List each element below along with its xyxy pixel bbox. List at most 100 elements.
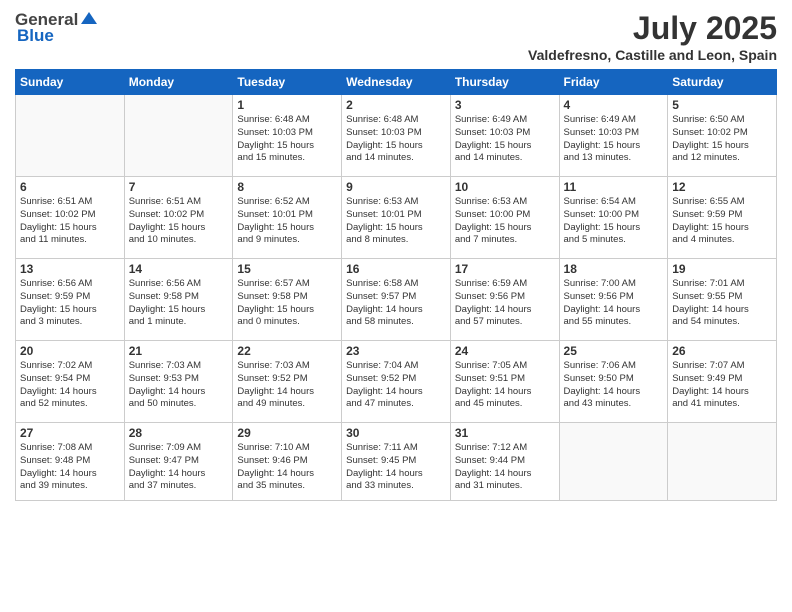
day-number: 19 (672, 262, 772, 276)
day-number: 27 (20, 426, 120, 440)
calendar-cell: 9 Sunrise: 6:53 AM Sunset: 10:01 PM Dayli… (342, 177, 451, 259)
day-number: 30 (346, 426, 446, 440)
calendar-cell: 25 Sunrise: 7:06 AM Sunset: 9:50 PM Dayli… (559, 341, 668, 423)
calendar-cell: 27 Sunrise: 7:08 AM Sunset: 9:48 PM Dayli… (16, 423, 125, 501)
day-info: Sunrise: 6:52 AM Sunset: 10:01 PM Daylig… (237, 196, 337, 247)
day-number: 10 (455, 180, 555, 194)
weekday-header-monday: Monday (124, 70, 233, 95)
logo-icon (79, 10, 99, 30)
calendar-cell: 29Sunrise: 7:10 AM Sunset: 9:46 PM Dayli… (233, 423, 342, 501)
calendar-cell (559, 423, 668, 501)
weekday-header-tuesday: Tuesday (233, 70, 342, 95)
calendar-cell: 15 Sunrise: 6:57 AM Sunset: 9:58 PM Dayli… (233, 259, 342, 341)
day-info: Sunrise: 7:10 AM Sunset: 9:46 PM Dayligh… (237, 442, 337, 493)
day-info: Sunrise: 6:48 AM Sunset: 10:03 PM Daylig… (237, 114, 337, 165)
calendar-cell (668, 423, 777, 501)
logo-blue: Blue (17, 26, 54, 46)
day-number: 11 (564, 180, 664, 194)
day-number: 31 (455, 426, 555, 440)
calendar-cell: 24 Sunrise: 7:05 AM Sunset: 9:51 PM Dayli… (450, 341, 559, 423)
calendar-cell: 2 Sunrise: 6:48 AM Sunset: 10:03 PM Dayli… (342, 95, 451, 177)
day-info: Sunrise: 6:49 AM Sunset: 10:03 PM Daylig… (455, 114, 555, 165)
calendar-week-1: 1 Sunrise: 6:48 AM Sunset: 10:03 PM Dayli… (16, 95, 777, 177)
calendar-week-4: 20 Sunrise: 7:02 AM Sunset: 9:54 PM Dayli… (16, 341, 777, 423)
day-number: 5 (672, 98, 772, 112)
day-info: Sunrise: 6:59 AM Sunset: 9:56 PM Dayligh… (455, 278, 555, 329)
day-number: 23 (346, 344, 446, 358)
calendar-week-2: 6Sunrise: 6:51 AM Sunset: 10:02 PM Dayli… (16, 177, 777, 259)
day-number: 2 (346, 98, 446, 112)
day-number: 12 (672, 180, 772, 194)
day-info: Sunrise: 7:00 AM Sunset: 9:56 PM Dayligh… (564, 278, 664, 329)
day-number: 3 (455, 98, 555, 112)
day-info: Sunrise: 6:56 AM Sunset: 9:59 PM Dayligh… (20, 278, 120, 329)
day-number: 26 (672, 344, 772, 358)
day-info: Sunrise: 7:07 AM Sunset: 9:49 PM Dayligh… (672, 360, 772, 411)
day-number: 22 (237, 344, 337, 358)
day-number: 25 (564, 344, 664, 358)
weekday-header-saturday: Saturday (668, 70, 777, 95)
calendar-cell: 30Sunrise: 7:11 AM Sunset: 9:45 PM Dayli… (342, 423, 451, 501)
day-info: Sunrise: 7:06 AM Sunset: 9:50 PM Dayligh… (564, 360, 664, 411)
calendar-body: 1 Sunrise: 6:48 AM Sunset: 10:03 PM Dayli… (16, 95, 777, 501)
calendar-cell: 17Sunrise: 6:59 AM Sunset: 9:56 PM Dayli… (450, 259, 559, 341)
day-number: 24 (455, 344, 555, 358)
day-number: 1 (237, 98, 337, 112)
day-info: Sunrise: 6:51 AM Sunset: 10:02 PM Daylig… (129, 196, 229, 247)
day-info: Sunrise: 7:08 AM Sunset: 9:48 PM Dayligh… (20, 442, 120, 493)
day-info: Sunrise: 7:03 AM Sunset: 9:53 PM Dayligh… (129, 360, 229, 411)
calendar-cell: 11Sunrise: 6:54 AM Sunset: 10:00 PM Dayl… (559, 177, 668, 259)
day-info: Sunrise: 6:50 AM Sunset: 10:02 PM Daylig… (672, 114, 772, 165)
calendar-cell: 23 Sunrise: 7:04 AM Sunset: 9:52 PM Dayli… (342, 341, 451, 423)
calendar-cell: 3 Sunrise: 6:49 AM Sunset: 10:03 PM Dayli… (450, 95, 559, 177)
calendar-cell: 8 Sunrise: 6:52 AM Sunset: 10:01 PM Dayli… (233, 177, 342, 259)
calendar-cell: 12Sunrise: 6:55 AM Sunset: 9:59 PM Dayli… (668, 177, 777, 259)
calendar-cell: 19Sunrise: 7:01 AM Sunset: 9:55 PM Dayli… (668, 259, 777, 341)
calendar-header: SundayMondayTuesdayWednesdayThursdayFrid… (16, 70, 777, 95)
calendar-table: SundayMondayTuesdayWednesdayThursdayFrid… (15, 69, 777, 501)
calendar-cell: 16 Sunrise: 6:58 AM Sunset: 9:57 PM Dayli… (342, 259, 451, 341)
logo: General Blue (15, 10, 99, 46)
calendar-cell (124, 95, 233, 177)
day-info: Sunrise: 6:53 AM Sunset: 10:01 PM Daylig… (346, 196, 446, 247)
day-number: 9 (346, 180, 446, 194)
calendar-cell: 7 Sunrise: 6:51 AM Sunset: 10:02 PM Dayli… (124, 177, 233, 259)
day-number: 20 (20, 344, 120, 358)
calendar-cell (16, 95, 125, 177)
day-number: 16 (346, 262, 446, 276)
calendar-cell: 31Sunrise: 7:12 AM Sunset: 9:44 PM Dayli… (450, 423, 559, 501)
calendar-week-5: 27 Sunrise: 7:08 AM Sunset: 9:48 PM Dayli… (16, 423, 777, 501)
weekday-header-wednesday: Wednesday (342, 70, 451, 95)
day-number: 7 (129, 180, 229, 194)
calendar-cell: 4 Sunrise: 6:49 AM Sunset: 10:03 PM Dayli… (559, 95, 668, 177)
day-number: 14 (129, 262, 229, 276)
day-info: Sunrise: 6:56 AM Sunset: 9:58 PM Dayligh… (129, 278, 229, 329)
day-info: Sunrise: 7:02 AM Sunset: 9:54 PM Dayligh… (20, 360, 120, 411)
day-number: 8 (237, 180, 337, 194)
calendar-cell: 1 Sunrise: 6:48 AM Sunset: 10:03 PM Dayli… (233, 95, 342, 177)
day-number: 15 (237, 262, 337, 276)
day-number: 4 (564, 98, 664, 112)
calendar-cell: 6Sunrise: 6:51 AM Sunset: 10:02 PM Dayli… (16, 177, 125, 259)
day-info: Sunrise: 6:48 AM Sunset: 10:03 PM Daylig… (346, 114, 446, 165)
day-info: Sunrise: 7:04 AM Sunset: 9:52 PM Dayligh… (346, 360, 446, 411)
calendar-cell: 26 Sunrise: 7:07 AM Sunset: 9:49 PM Dayli… (668, 341, 777, 423)
day-info: Sunrise: 6:58 AM Sunset: 9:57 PM Dayligh… (346, 278, 446, 329)
day-info: Sunrise: 6:57 AM Sunset: 9:58 PM Dayligh… (237, 278, 337, 329)
weekday-header-friday: Friday (559, 70, 668, 95)
calendar-cell: 14 Sunrise: 6:56 AM Sunset: 9:58 PM Dayli… (124, 259, 233, 341)
day-info: Sunrise: 6:51 AM Sunset: 10:02 PM Daylig… (20, 196, 120, 247)
day-info: Sunrise: 6:49 AM Sunset: 10:03 PM Daylig… (564, 114, 664, 165)
calendar-cell: 21 Sunrise: 7:03 AM Sunset: 9:53 PM Dayli… (124, 341, 233, 423)
calendar-cell: 18 Sunrise: 7:00 AM Sunset: 9:56 PM Dayli… (559, 259, 668, 341)
calendar-cell: 13Sunrise: 6:56 AM Sunset: 9:59 PM Dayli… (16, 259, 125, 341)
day-info: Sunrise: 7:05 AM Sunset: 9:51 PM Dayligh… (455, 360, 555, 411)
title-area: July 2025 Valdefresno, Castille and Leon… (528, 10, 777, 63)
calendar-cell: 10Sunrise: 6:53 AM Sunset: 10:00 PM Dayl… (450, 177, 559, 259)
header: General Blue July 2025 Valdefresno, Cast… (15, 10, 777, 63)
day-info: Sunrise: 7:09 AM Sunset: 9:47 PM Dayligh… (129, 442, 229, 493)
weekday-header-thursday: Thursday (450, 70, 559, 95)
day-number: 21 (129, 344, 229, 358)
weekday-header-sunday: Sunday (16, 70, 125, 95)
day-number: 18 (564, 262, 664, 276)
